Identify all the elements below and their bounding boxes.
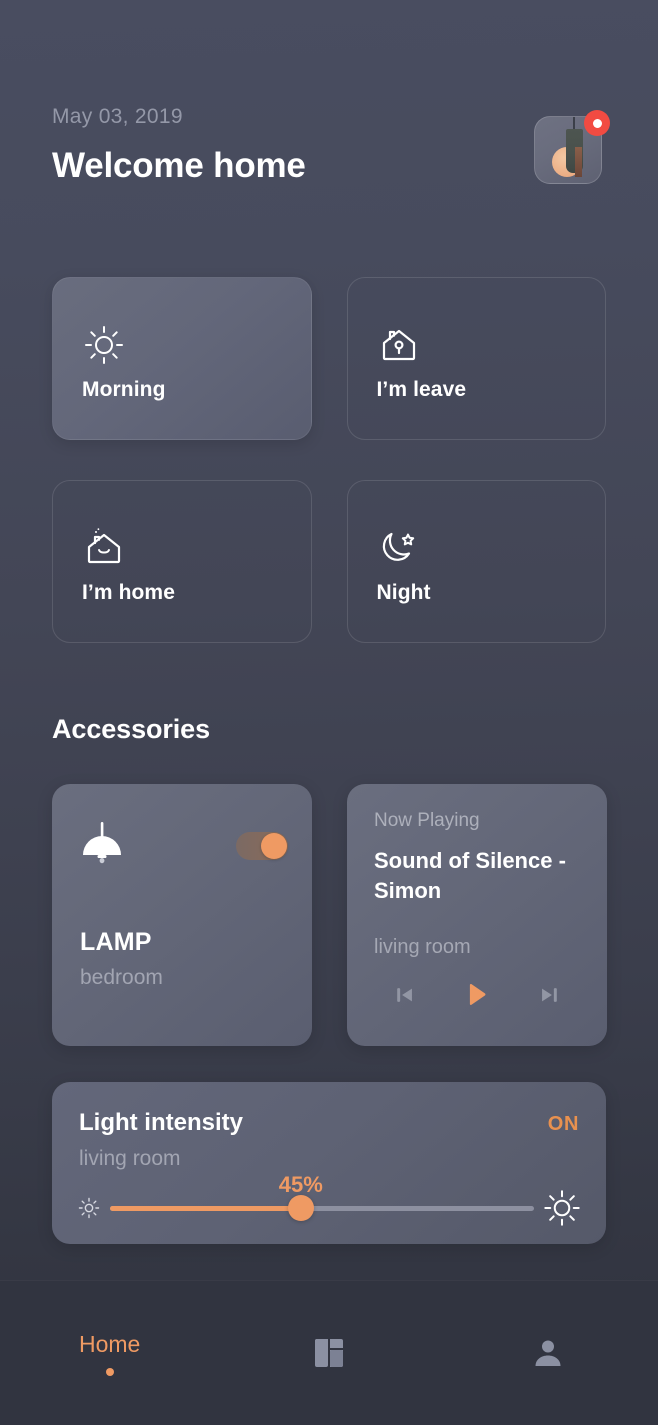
scene-card-im-home[interactable]: I’m home bbox=[52, 480, 312, 643]
accessories-row: LAMP bedroom Now Playing Sound of Silenc… bbox=[52, 784, 607, 1046]
slider-value-label: 45% bbox=[278, 1171, 323, 1197]
header: May 03, 2019 Welcome home bbox=[52, 105, 622, 205]
accessories-heading: Accessories bbox=[52, 714, 211, 744]
play-icon[interactable] bbox=[462, 980, 492, 1010]
avatar-wrapper[interactable] bbox=[534, 110, 610, 188]
scene-grid: Morning I’m leave I’m home Night bbox=[52, 277, 606, 683]
moon-star-icon bbox=[377, 526, 421, 570]
bottom-navigation: Home bbox=[0, 1280, 658, 1425]
light-intensity-status: ON bbox=[547, 1113, 579, 1135]
nav-item-home[interactable]: Home bbox=[0, 1281, 219, 1425]
scene-label: I’m leave bbox=[376, 378, 467, 401]
notification-badge-icon[interactable] bbox=[584, 110, 610, 136]
media-room: living room bbox=[374, 936, 471, 958]
nav-label-home: Home bbox=[78, 1330, 141, 1357]
lamp-toggle[interactable] bbox=[236, 832, 288, 860]
skip-previous-icon[interactable] bbox=[390, 980, 420, 1010]
skip-next-icon[interactable] bbox=[534, 980, 564, 1010]
avatar-shape-accent bbox=[575, 147, 582, 177]
track-title: Sound of Silence - Simon bbox=[374, 848, 566, 903]
scene-card-im-leave[interactable]: I’m leave bbox=[346, 277, 606, 440]
scene-label: I’m home bbox=[82, 581, 175, 604]
sun-icon bbox=[82, 323, 126, 367]
scene-row-1: Morning I’m leave bbox=[52, 277, 606, 440]
lamp-room: bedroom bbox=[80, 966, 163, 989]
light-intensity-slider[interactable]: 45% bbox=[110, 1172, 534, 1221]
app-screen: May 03, 2019 Welcome home Morning I’m le… bbox=[0, 0, 658, 1425]
sun-small-icon bbox=[74, 1193, 104, 1223]
house-smile-icon bbox=[82, 526, 126, 570]
media-controls bbox=[347, 980, 607, 1010]
nav-item-profile[interactable] bbox=[439, 1281, 658, 1425]
scene-label: Morning bbox=[82, 378, 166, 401]
toggle-knob bbox=[261, 833, 287, 859]
light-intensity-card[interactable]: Light intensity living room ON 45% bbox=[52, 1082, 606, 1244]
light-intensity-room: living room bbox=[79, 1147, 181, 1170]
slider-thumb[interactable] bbox=[287, 1195, 314, 1221]
sun-large-icon bbox=[540, 1186, 584, 1230]
house-lock-icon bbox=[377, 323, 421, 367]
scene-label: Night bbox=[376, 581, 431, 604]
lamp-name: LAMP bbox=[80, 928, 152, 956]
nav-item-dashboard[interactable] bbox=[219, 1281, 438, 1425]
scene-card-night[interactable]: Night bbox=[346, 480, 606, 643]
nav-active-indicator bbox=[105, 1367, 114, 1376]
lamp-card[interactable]: LAMP bedroom bbox=[52, 784, 312, 1046]
scene-card-morning[interactable]: Morning bbox=[52, 277, 312, 440]
profile-icon bbox=[530, 1335, 566, 1371]
slider-fill bbox=[110, 1205, 301, 1211]
media-card[interactable]: Now Playing Sound of Silence - Simon liv… bbox=[347, 784, 607, 1046]
scene-row-2: I’m home Night bbox=[52, 480, 606, 643]
light-intensity-slider-row: 45% bbox=[74, 1172, 584, 1230]
now-playing-label: Now Playing bbox=[374, 810, 480, 831]
pendant-lamp-icon bbox=[80, 822, 124, 870]
light-intensity-title: Light intensity bbox=[79, 1109, 243, 1136]
dashboard-icon bbox=[311, 1335, 347, 1371]
